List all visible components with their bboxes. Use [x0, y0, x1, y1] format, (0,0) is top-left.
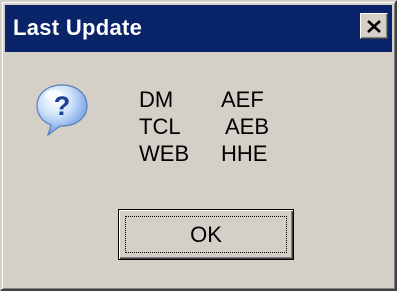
message-code-right: AEF [221, 87, 264, 112]
ok-button-label: OK [190, 221, 222, 247]
message-code-right: AEB [225, 114, 270, 139]
svg-text:?: ? [54, 91, 71, 121]
message-code-left: TCL [139, 114, 181, 139]
title-bar[interactable]: Last Update [5, 5, 392, 52]
ok-button[interactable]: OK [118, 209, 294, 260]
message-code-right: HHE [221, 141, 268, 166]
close-icon [367, 19, 381, 33]
window-title: Last Update [13, 15, 143, 40]
message-code-left: WEB [139, 141, 190, 166]
close-button[interactable] [360, 13, 388, 39]
dialog-window: Last Update ? DM AEF TCL AEB WEB HHE OK [0, 0, 397, 291]
message-code-left: DM [139, 87, 174, 112]
question-icon: ? [36, 84, 88, 137]
